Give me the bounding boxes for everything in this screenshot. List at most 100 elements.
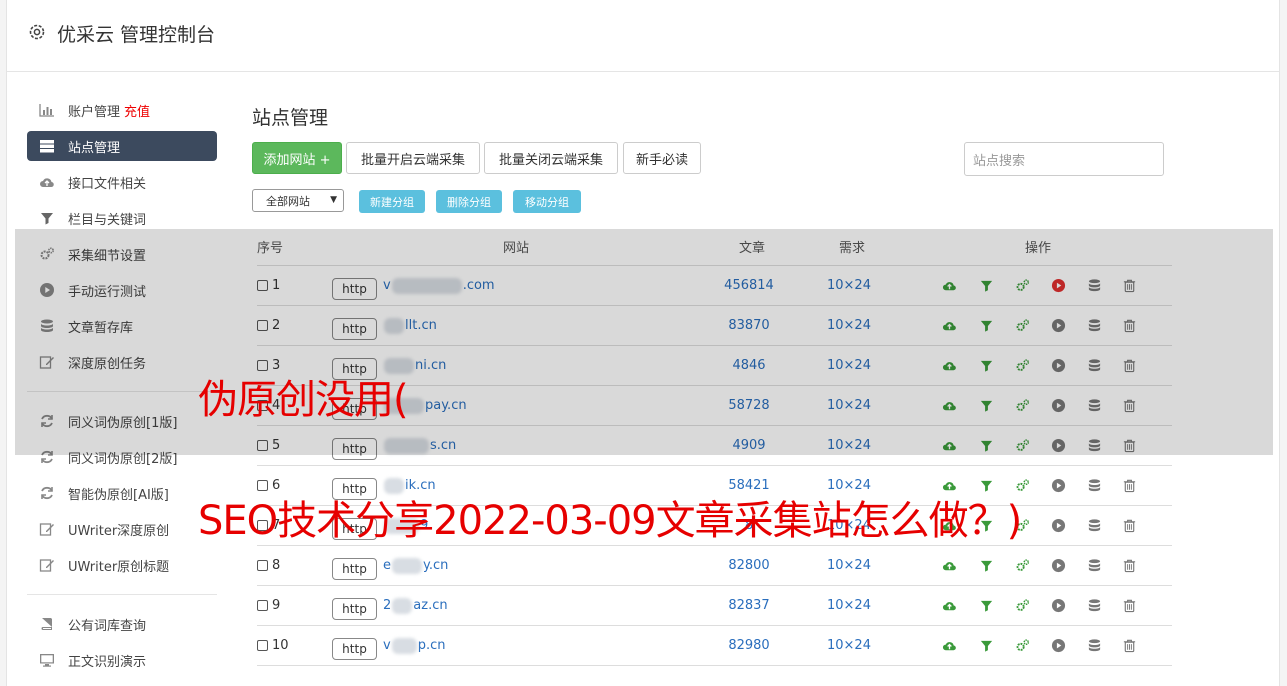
- batch-disable-cloud-button[interactable]: 批量关闭云端采集: [484, 142, 618, 174]
- sidebar-item-account[interactable]: 账户管理 充值: [27, 95, 217, 125]
- newbie-guide-button[interactable]: 新手必读: [623, 142, 701, 174]
- site-cell[interactable]: v .com: [383, 266, 495, 305]
- database-icon[interactable]: [1087, 638, 1102, 653]
- filter-icon[interactable]: [979, 558, 994, 573]
- article-count[interactable]: 4909: [709, 426, 789, 465]
- new-group-button[interactable]: 新建分组: [359, 190, 425, 213]
- article-count[interactable]: 456814: [709, 266, 789, 305]
- filter-icon[interactable]: [979, 598, 994, 613]
- site-cell[interactable]: e y.cn: [383, 546, 448, 585]
- cloud-upload-icon[interactable]: [942, 358, 957, 373]
- cloud-upload-icon[interactable]: [942, 638, 957, 653]
- trash-icon[interactable]: [1122, 318, 1137, 333]
- cloud-upload-icon[interactable]: [942, 598, 957, 613]
- filter-icon[interactable]: [979, 638, 994, 653]
- database-icon[interactable]: [1087, 398, 1102, 413]
- sidebar-item-collect-settings[interactable]: 采集细节设置: [27, 239, 217, 269]
- row-checkbox[interactable]: [257, 280, 268, 291]
- trash-icon[interactable]: [1122, 398, 1137, 413]
- database-icon[interactable]: [1087, 558, 1102, 573]
- demand-value[interactable]: 10×24: [809, 426, 889, 465]
- site-domain-prefix[interactable]: e: [383, 558, 391, 573]
- filter-icon[interactable]: [979, 398, 994, 413]
- site-domain-suffix[interactable]: az.cn: [413, 598, 447, 613]
- trash-icon[interactable]: [1122, 478, 1137, 493]
- article-count[interactable]: 83870: [709, 306, 789, 345]
- filter-icon[interactable]: [979, 358, 994, 373]
- filter-icon[interactable]: [979, 438, 994, 453]
- site-domain-suffix[interactable]: p.cn: [418, 638, 446, 653]
- site-domain-suffix[interactable]: ni.cn: [415, 358, 446, 373]
- cloud-upload-icon[interactable]: [942, 558, 957, 573]
- play-icon[interactable]: [1051, 358, 1066, 373]
- sidebar-item-manual-run[interactable]: 手动运行测试: [27, 275, 217, 305]
- trash-icon[interactable]: [1122, 278, 1137, 293]
- database-icon[interactable]: [1087, 518, 1102, 533]
- row-checkbox[interactable]: [257, 560, 268, 571]
- site-domain-prefix[interactable]: 2: [383, 598, 391, 613]
- article-count[interactable]: 82800: [709, 546, 789, 585]
- site-search-input[interactable]: 站点搜索: [964, 142, 1164, 176]
- move-group-button[interactable]: 移动分组: [513, 190, 581, 213]
- play-icon[interactable]: [1051, 558, 1066, 573]
- row-checkbox[interactable]: [257, 320, 268, 331]
- trash-icon[interactable]: [1122, 358, 1137, 373]
- sidebar-item-uwriter-title[interactable]: UWriter原创标题: [27, 550, 217, 580]
- site-domain-prefix[interactable]: v: [383, 278, 391, 293]
- sidebar-item-uwriter-deep[interactable]: UWriter深度原创: [27, 514, 217, 544]
- database-icon[interactable]: [1087, 478, 1102, 493]
- play-icon[interactable]: [1051, 398, 1066, 413]
- play-icon[interactable]: [1051, 278, 1066, 293]
- demand-value[interactable]: 10×24: [809, 346, 889, 385]
- trash-icon[interactable]: [1122, 598, 1137, 613]
- group-select[interactable]: 全部网站 ▼: [252, 189, 344, 212]
- filter-icon[interactable]: [979, 318, 994, 333]
- cloud-upload-icon[interactable]: [942, 278, 957, 293]
- delete-group-button[interactable]: 删除分组: [436, 190, 502, 213]
- sidebar-item-keywords[interactable]: 栏目与关键词: [27, 203, 217, 233]
- batch-enable-cloud-button[interactable]: 批量开启云端采集: [346, 142, 480, 174]
- sidebar-item-text-detect[interactable]: 正文识别演示: [27, 645, 217, 675]
- cogs-icon[interactable]: [1015, 638, 1030, 653]
- demand-value[interactable]: 10×24: [809, 586, 889, 625]
- demand-value[interactable]: 10×24: [809, 626, 889, 665]
- site-domain-suffix[interactable]: llt.cn: [405, 318, 437, 333]
- sidebar-item-synonym-v2[interactable]: 同义词伪原创[2版]: [27, 442, 217, 472]
- site-domain-suffix[interactable]: s.cn: [430, 438, 456, 453]
- play-icon[interactable]: [1051, 518, 1066, 533]
- sidebar-item-site-manage[interactable]: 站点管理: [27, 131, 217, 161]
- play-icon[interactable]: [1051, 638, 1066, 653]
- cogs-icon[interactable]: [1015, 358, 1030, 373]
- site-domain-suffix[interactable]: .com: [463, 278, 495, 293]
- database-icon[interactable]: [1087, 318, 1102, 333]
- cogs-icon[interactable]: [1015, 558, 1030, 573]
- site-cell[interactable]: 2 az.cn: [383, 586, 448, 625]
- cogs-icon[interactable]: [1015, 278, 1030, 293]
- recharge-link[interactable]: 充值: [124, 101, 150, 120]
- trash-icon[interactable]: [1122, 558, 1137, 573]
- play-icon[interactable]: [1051, 318, 1066, 333]
- sidebar-item-interface[interactable]: 接口文件相关: [27, 167, 217, 197]
- add-site-button[interactable]: 添加网站 +: [252, 142, 342, 174]
- trash-icon[interactable]: [1122, 518, 1137, 533]
- site-domain-suffix[interactable]: y.cn: [423, 558, 448, 573]
- cloud-upload-icon[interactable]: [942, 438, 957, 453]
- sidebar-item-ai-rewrite[interactable]: 智能伪原创[AI版]: [27, 478, 217, 508]
- play-icon[interactable]: [1051, 438, 1066, 453]
- trash-icon[interactable]: [1122, 438, 1137, 453]
- demand-value[interactable]: 10×24: [809, 546, 889, 585]
- row-checkbox[interactable]: [257, 440, 268, 451]
- database-icon[interactable]: [1087, 278, 1102, 293]
- play-icon[interactable]: [1051, 478, 1066, 493]
- cogs-icon[interactable]: [1015, 598, 1030, 613]
- site-cell[interactable]: s.cn: [383, 426, 456, 465]
- article-count[interactable]: 4846: [709, 346, 789, 385]
- article-count[interactable]: 82837: [709, 586, 789, 625]
- database-icon[interactable]: [1087, 598, 1102, 613]
- cogs-icon[interactable]: [1015, 438, 1030, 453]
- site-domain-prefix[interactable]: v: [383, 638, 391, 653]
- cloud-upload-icon[interactable]: [942, 318, 957, 333]
- row-checkbox[interactable]: [257, 600, 268, 611]
- trash-icon[interactable]: [1122, 638, 1137, 653]
- demand-value[interactable]: 10×24: [809, 386, 889, 425]
